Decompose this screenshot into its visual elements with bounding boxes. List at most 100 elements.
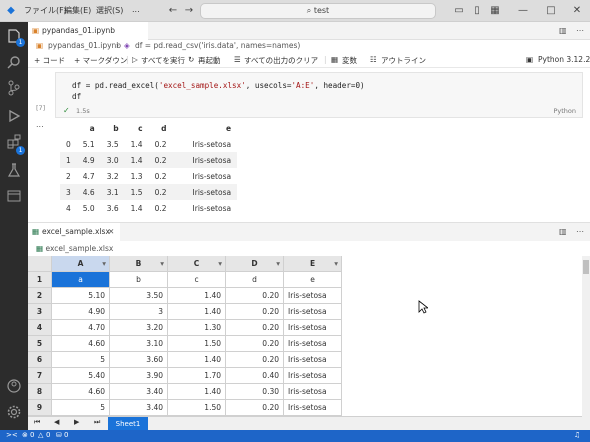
sheet-cell[interactable]: Iris-setosa [284,336,342,352]
search-icon[interactable] [6,54,22,70]
filter-icon[interactable]: ▾ [276,256,280,271]
sheet-cell[interactable]: 3.10 [110,336,168,352]
minimize-icon[interactable]: — [516,4,530,18]
spreadsheet-grid[interactable]: A ▾ B ▾ C ▾ D ▾ E ▾ 1 a b c d e 2 5.10 3.50 1.40 0.20 Iris-se… [28,256,582,416]
menu-more[interactable]: ... [132,5,140,14]
run-all-button[interactable]: すべてを実行 [141,55,185,66]
forward-arrow-icon[interactable]: → [182,4,196,18]
sheet-cell[interactable]: 1.40 [168,288,226,304]
sheet-cell[interactable]: 0.30 [226,384,284,400]
back-arrow-icon[interactable]: ← [166,4,180,18]
tab-excel[interactable]: ▦ excel_sample.xlsx ✕ [28,223,120,241]
menu-selection[interactable]: 選択(S) [96,5,123,16]
add-markdown-button[interactable]: + マークダウン [74,55,127,66]
column-header[interactable]: A ▾ [52,256,110,272]
sheet-cell[interactable]: Iris-setosa [284,320,342,336]
jupyter-icon[interactable] [6,188,22,204]
warning-count[interactable]: 0 [46,431,50,439]
sheet-cell[interactable]: Iris-setosa [284,368,342,384]
row-number[interactable]: 9 [28,400,52,416]
row-number[interactable]: 2 [28,288,52,304]
output-more-icon[interactable]: ... [36,120,44,129]
sheet-cell[interactable]: 1.50 [168,336,226,352]
toggle-panel-icon[interactable]: ▭ [452,4,466,18]
row-number[interactable]: 6 [28,352,52,368]
sheet-cell[interactable]: 0.20 [226,352,284,368]
sheet-cell[interactable]: d [226,272,284,288]
sheet-cell[interactable]: Iris-setosa [284,352,342,368]
sheet-cell[interactable]: 3.90 [110,368,168,384]
toggle-sidebar-icon[interactable]: ▯ [470,4,484,18]
sheet-cell[interactable]: 4.70 [52,320,110,336]
sheet-cell[interactable]: 3.50 [110,288,168,304]
filter-icon[interactable]: ▾ [218,256,222,271]
sheet-cell[interactable]: b [110,272,168,288]
sheet-cell[interactable]: 0.20 [226,400,284,416]
row-number[interactable]: 7 [28,368,52,384]
scroll-thumb[interactable] [583,260,589,274]
filter-icon[interactable]: ▾ [334,256,338,271]
split-editor-icon[interactable]: ▥ [559,227,567,236]
sheet-cell[interactable]: 1.40 [168,384,226,400]
ports-count[interactable]: 0 [64,431,68,439]
select-all-corner[interactable] [28,256,52,272]
sheet-cell[interactable]: 3 [110,304,168,320]
remote-indicator[interactable]: >< [6,431,18,439]
sheet-cell[interactable]: 5.10 [52,288,110,304]
sheet-cell[interactable]: 4.90 [52,304,110,320]
add-code-button[interactable]: + コード [34,55,65,66]
prev-sheet-icon[interactable]: ◀ [54,418,59,426]
sheet-cell[interactable]: Iris-setosa [284,304,342,320]
sheet-tab[interactable]: Sheet1 [108,417,148,431]
account-icon[interactable] [6,378,22,394]
sheet-cell[interactable]: 0.20 [226,288,284,304]
sheet-cell[interactable]: 1.70 [168,368,226,384]
error-count[interactable]: 0 [30,431,34,439]
close-tab-icon[interactable]: ✕ [108,223,114,241]
tab-notebook[interactable]: ▣ pypandas_01.ipynb [28,22,148,40]
sheet-cell[interactable]: 1.40 [168,352,226,368]
sheet-cell[interactable]: 3.40 [110,400,168,416]
settings-gear-icon[interactable] [6,404,22,420]
sheet-cell[interactable]: 5 [52,352,110,368]
sheet-cell[interactable]: 5.40 [52,368,110,384]
sheet-cell[interactable]: Iris-setosa [284,400,342,416]
sheet-cell[interactable]: 0.20 [226,304,284,320]
restart-button[interactable]: 再起動 [198,55,221,66]
sheet-cell[interactable]: 4.60 [52,336,110,352]
sheet-cell[interactable]: 3.40 [110,384,168,400]
source-control-icon[interactable] [6,80,22,96]
sheet-cell[interactable]: 0.20 [226,320,284,336]
sheet-cell[interactable]: 1.50 [168,400,226,416]
code-line-2[interactable]: df [72,92,81,101]
sheet-cell[interactable]: 5 [52,400,110,416]
row-number[interactable]: 5 [28,336,52,352]
maximize-icon[interactable]: □ [544,4,558,18]
testing-flask-icon[interactable] [6,162,22,178]
column-header[interactable]: C ▾ [168,256,226,272]
sheet-cell[interactable]: 3.60 [110,352,168,368]
sheet-cell[interactable]: e [284,272,342,288]
menu-edit[interactable]: 編集(E) [64,5,91,16]
notifications-bell-icon[interactable]: ♫ [574,431,580,439]
row-number[interactable]: 4 [28,320,52,336]
breadcrumb-cell[interactable]: df = pd.read_csv('iris.data', names=name… [135,41,300,50]
code-line-1[interactable]: df = pd.read_excel('excel_sample.xlsx', … [72,81,365,90]
column-header[interactable]: E ▾ [284,256,342,272]
more-actions-icon[interactable]: ⋯ [576,227,584,236]
first-sheet-icon[interactable]: ⏮ [34,418,40,427]
kernel-picker[interactable]: Python 3.12.2 [538,55,590,64]
code-cell[interactable]: df = pd.read_excel('excel_sample.xlsx', … [55,72,583,118]
row-number[interactable]: 8 [28,384,52,400]
layout-icon[interactable]: ▦ [488,4,502,18]
close-icon[interactable]: ✕ [570,4,584,18]
sheet-cell[interactable]: 4.60 [52,384,110,400]
command-center-search[interactable]: ⌕ test [200,3,436,19]
sheet-cell[interactable]: 3.20 [110,320,168,336]
sheet-cell[interactable]: a [52,272,110,288]
sheet-cell[interactable]: 1.40 [168,304,226,320]
next-sheet-icon[interactable]: ▶ [74,418,79,426]
sheet-cell[interactable]: c [168,272,226,288]
excel-breadcrumb-file[interactable]: excel_sample.xlsx [45,244,113,253]
outline-button[interactable]: アウトライン [381,55,426,66]
